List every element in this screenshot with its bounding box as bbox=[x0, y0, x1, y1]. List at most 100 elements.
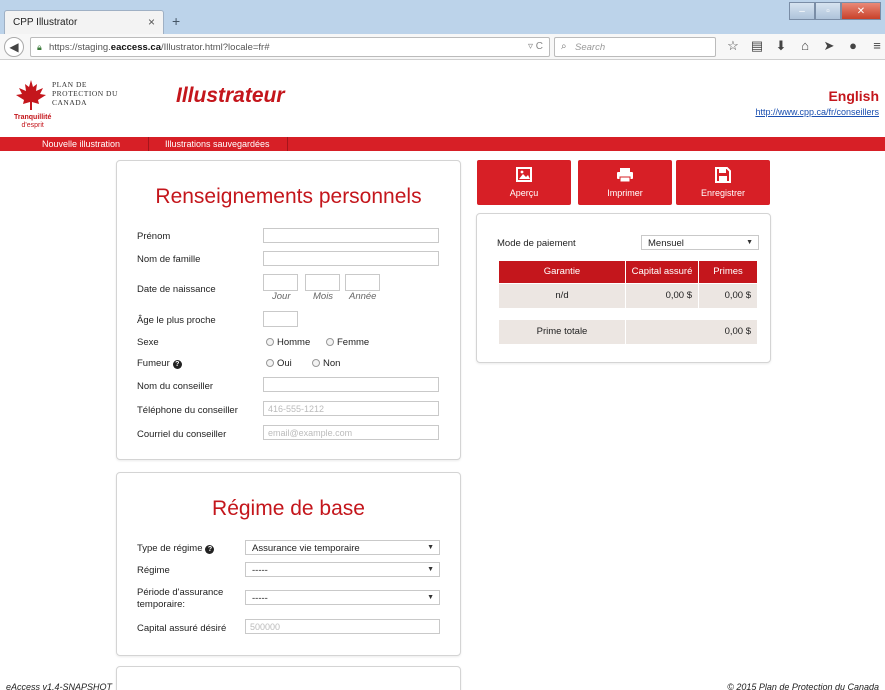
advisor-site-link[interactable]: http://www.cpp.ca/fr/conseillers bbox=[755, 107, 879, 117]
image-icon bbox=[516, 167, 532, 182]
browser-toolbar: ☆ ▤ ⬇ ⌂ ➤ ● ≡ bbox=[726, 39, 884, 53]
minimize-icon[interactable]: – bbox=[789, 2, 815, 20]
reload-icon[interactable]: ▿ C bbox=[528, 41, 543, 52]
download-icon[interactable]: ⬇ bbox=[774, 39, 788, 53]
total-premium-value: 0,00 $ bbox=[626, 320, 757, 344]
browser-tab[interactable]: CPP Illustrator × bbox=[4, 10, 164, 34]
coverage-amount-label: Capital assuré désiré bbox=[137, 623, 227, 634]
reading-list-icon[interactable]: ▤ bbox=[750, 39, 764, 53]
smoker-yes-radio[interactable]: Oui bbox=[266, 358, 292, 369]
coverage-amount-input[interactable]: 500000 bbox=[245, 619, 440, 634]
search-icon: ⌕ bbox=[561, 41, 567, 52]
plan-type-label: Type de régime? bbox=[137, 543, 215, 554]
maximize-icon[interactable]: ▫ bbox=[815, 2, 841, 20]
advisor-name-input[interactable] bbox=[263, 377, 439, 392]
table-cell-premium: 0,00 $ bbox=[699, 284, 757, 308]
advisor-phone-label: Téléphone du conseiller bbox=[137, 405, 238, 416]
send-icon[interactable]: ➤ bbox=[822, 39, 836, 53]
smoker-label: Fumeur? bbox=[137, 358, 182, 369]
plan-select[interactable]: ----- ▼ bbox=[245, 562, 440, 577]
personal-info-panel: Renseignements personnels Prénom Nom de … bbox=[116, 160, 461, 460]
premium-summary-panel: Mode de paiement Mensuel ▼ Garantie Capit… bbox=[476, 213, 771, 363]
search-bar[interactable]: ⌕ Search bbox=[554, 37, 716, 57]
version-text: eAccess v1.4-SNAPSHOT bbox=[6, 682, 113, 690]
printer-icon bbox=[617, 168, 633, 183]
payment-mode-select[interactable]: Mensuel ▼ bbox=[641, 235, 759, 250]
chevron-down-icon: ▼ bbox=[427, 544, 434, 551]
address-bar[interactable]: 🔒︎ https://staging.eaccess.ca/Illustrato… bbox=[30, 37, 550, 57]
bookmark-star-icon[interactable]: ☆ bbox=[726, 39, 740, 53]
print-button[interactable]: Imprimer bbox=[578, 160, 672, 205]
advisor-name-label: Nom du conseiller bbox=[137, 381, 214, 392]
help-icon[interactable]: ? bbox=[172, 360, 182, 369]
total-premium-label: Prime totale bbox=[499, 320, 625, 344]
search-placeholder: Search bbox=[575, 42, 606, 53]
advisor-email-input[interactable]: email@example.com bbox=[263, 425, 439, 440]
new-tab-button[interactable]: + bbox=[172, 13, 180, 29]
nearest-age-input[interactable] bbox=[263, 311, 298, 327]
preview-label: Aperçu bbox=[509, 188, 539, 198]
advisor-email-label: Courriel du conseiller bbox=[137, 429, 227, 440]
logo-wordmark: PLAN DE PROTECTION DU CANADA bbox=[52, 80, 118, 107]
last-name-label: Nom de famille bbox=[137, 254, 201, 265]
first-name-label: Prénom bbox=[137, 231, 171, 242]
dob-label: Date de naissance bbox=[137, 284, 216, 295]
last-name-input[interactable] bbox=[263, 251, 439, 266]
back-arrow-icon[interactable]: ◀ bbox=[4, 37, 24, 57]
chevron-down-icon: ▼ bbox=[427, 594, 434, 601]
col-header-premium: Primes bbox=[699, 261, 757, 283]
browser-tab-bar: CPP Illustrator × + – ▫ ✕ bbox=[0, 0, 885, 34]
col-header-amount: Capital assuré bbox=[626, 261, 698, 283]
dob-day-input[interactable] bbox=[263, 274, 298, 291]
dob-year-input[interactable] bbox=[345, 274, 380, 291]
preview-button[interactable]: Aperçu bbox=[477, 160, 571, 205]
tab-title: CPP Illustrator bbox=[13, 17, 78, 28]
print-label: Imprimer bbox=[607, 188, 643, 198]
plan-label: Régime bbox=[137, 565, 170, 576]
save-label: Enregistrer bbox=[700, 188, 745, 198]
browser-nav-bar: ◀ 🔒︎ https://staging.eaccess.ca/Illustra… bbox=[0, 34, 885, 60]
sex-male-radio[interactable]: Homme bbox=[266, 337, 310, 348]
window-controls: – ▫ ✕ bbox=[789, 2, 881, 20]
options-panel bbox=[116, 666, 461, 690]
base-plan-title: Régime de base bbox=[212, 497, 365, 520]
chevron-down-icon: ▼ bbox=[746, 239, 753, 246]
month-label: Mois bbox=[313, 291, 334, 302]
floppy-disk-icon bbox=[715, 167, 731, 183]
plan-type-select[interactable]: Assurance vie temporaire ▼ bbox=[245, 540, 440, 555]
chevron-down-icon: ▼ bbox=[427, 566, 434, 573]
menu-divider bbox=[287, 137, 288, 151]
first-name-input[interactable] bbox=[263, 228, 439, 243]
term-period-label: Période d'assurance temporaire: bbox=[137, 587, 224, 610]
sex-female-radio[interactable]: Femme bbox=[326, 337, 369, 348]
day-label: Jour bbox=[272, 291, 291, 302]
menu-new-illustration[interactable]: Nouvelle illustration bbox=[42, 139, 120, 149]
lock-icon: 🔒︎ bbox=[37, 42, 42, 52]
term-period-select[interactable]: ----- ▼ bbox=[245, 590, 440, 605]
menu-saved-illustrations[interactable]: Illustrations sauvegardées bbox=[165, 139, 270, 149]
language-toggle-link[interactable]: English bbox=[828, 88, 879, 104]
url-text: https://staging.eaccess.ca/Illustrator.h… bbox=[49, 42, 270, 53]
base-plan-panel: Régime de base Type de régime? Assurance… bbox=[116, 472, 461, 656]
chat-icon[interactable]: ● bbox=[846, 39, 860, 53]
advisor-phone-input[interactable]: 416-555-1212 bbox=[263, 401, 439, 416]
logo-tagline: Tranquillité d'esprit bbox=[14, 114, 52, 129]
close-window-icon[interactable]: ✕ bbox=[841, 2, 881, 20]
dob-month-input[interactable] bbox=[305, 274, 340, 291]
tab-close-icon[interactable]: × bbox=[148, 15, 155, 29]
table-cell-amount: 0,00 $ bbox=[626, 284, 698, 308]
table-cell-coverage: n/d bbox=[499, 284, 625, 308]
nearest-age-label: Âge le plus proche bbox=[137, 315, 216, 326]
smoker-no-radio[interactable]: Non bbox=[312, 358, 340, 369]
home-icon[interactable]: ⌂ bbox=[798, 39, 812, 53]
help-icon[interactable]: ? bbox=[205, 545, 215, 554]
cpp-logo[interactable]: PLAN DE PROTECTION DU CANADA Tranquillit… bbox=[14, 78, 124, 132]
year-label: Année bbox=[349, 291, 377, 302]
menu-icon[interactable]: ≡ bbox=[870, 39, 884, 53]
save-button[interactable]: Enregistrer bbox=[676, 160, 770, 205]
app-title: Illustrateur bbox=[176, 84, 285, 107]
personal-info-title: Renseignements personnels bbox=[155, 185, 422, 208]
copyright-text: © 2015 Plan de Protection du Canada bbox=[727, 682, 879, 690]
menu-divider bbox=[148, 137, 149, 151]
main-menu-bar: Nouvelle illustration Illustrations sauv… bbox=[0, 137, 885, 151]
